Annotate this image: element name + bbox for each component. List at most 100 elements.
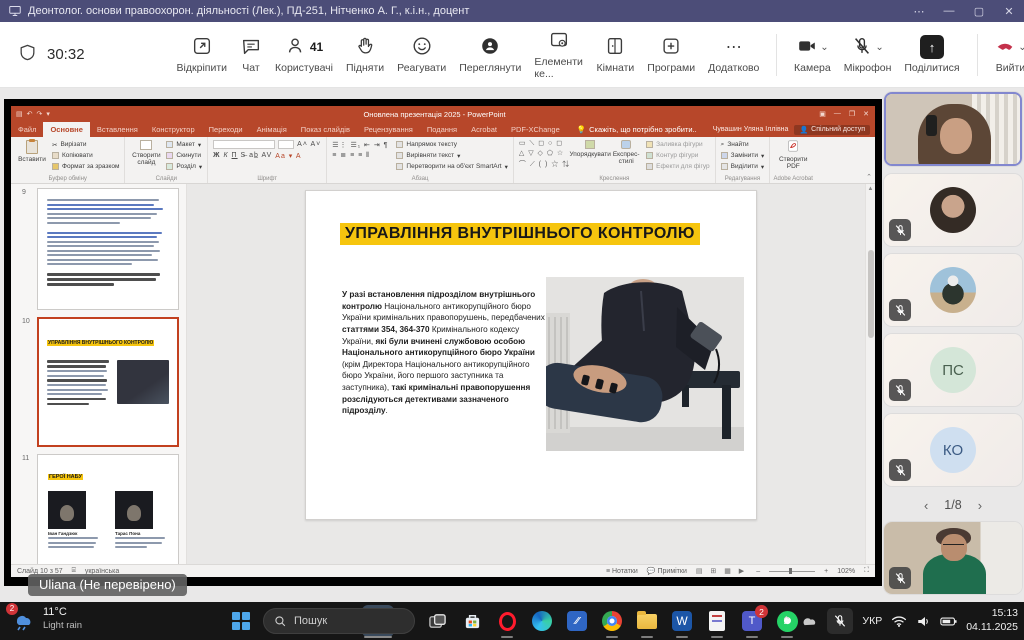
microphone-button[interactable]: ⌄ Мікрофон bbox=[844, 35, 892, 74]
react-button[interactable]: Реагувати bbox=[397, 35, 446, 74]
fit-slide-icon[interactable]: ⛶ bbox=[864, 567, 869, 575]
comments-button[interactable]: 💬 Примітки bbox=[647, 567, 687, 575]
text-direction-button[interactable]: Напрямок тексту bbox=[396, 140, 507, 149]
camera-button[interactable]: ⌄ Камера bbox=[794, 35, 831, 74]
slide-10-thumbnail-selected[interactable]: УПРАВЛІННЯ ВНУТРІШНЬОГО КОНТРОЛЮ bbox=[37, 317, 179, 447]
task-view-icon[interactable] bbox=[424, 608, 450, 634]
ppt-tab-file[interactable]: Файл bbox=[11, 122, 43, 137]
share-button[interactable]: ↑ Поділитися bbox=[904, 35, 959, 74]
chat-button[interactable]: Чат bbox=[240, 35, 262, 74]
font-name-box[interactable] bbox=[213, 140, 275, 149]
participant-tile-ko[interactable]: КО bbox=[884, 414, 1022, 486]
scrollbar-thumb[interactable] bbox=[868, 250, 874, 338]
cut-button[interactable]: ✂Вирізати bbox=[52, 140, 119, 149]
format-painter-button[interactable]: Формат за зразком bbox=[52, 162, 119, 171]
paste-button[interactable]: Вставити bbox=[16, 140, 48, 174]
replace-button[interactable]: Замінити ▾ bbox=[721, 151, 765, 160]
camera-chevron-icon[interactable]: ⌄ bbox=[820, 42, 828, 53]
select-button[interactable]: Виділити ▾ bbox=[721, 162, 765, 171]
shape-fill-button[interactable]: Заливка фігури bbox=[646, 140, 710, 149]
zoom-slider[interactable] bbox=[769, 571, 815, 572]
language-switcher[interactable]: УКР bbox=[862, 615, 882, 627]
ppt-close-icon[interactable]: ✕ bbox=[863, 110, 869, 118]
slide-scrollbar[interactable]: ▲ bbox=[865, 184, 875, 564]
pager-prev-icon[interactable]: ‹ bbox=[924, 498, 928, 513]
ppt-restore-icon[interactable]: ❐ bbox=[849, 110, 855, 118]
tray-chevron-icon[interactable]: ⌃ bbox=[781, 614, 791, 628]
layout-button[interactable]: Макет ▾ bbox=[166, 140, 202, 149]
shape-outline-button[interactable]: Контур фігури bbox=[646, 151, 710, 160]
store-icon[interactable] bbox=[459, 608, 485, 634]
more-window-icon[interactable]: ⋯ bbox=[904, 0, 934, 22]
battery-icon[interactable] bbox=[940, 616, 957, 627]
ppt-minimize-icon[interactable]: — bbox=[834, 110, 841, 118]
snipping-tool-icon[interactable] bbox=[704, 608, 730, 634]
close-icon[interactable]: ✕ bbox=[994, 0, 1024, 22]
tray-mic-muted-icon[interactable] bbox=[827, 608, 853, 634]
file-explorer-icon[interactable] bbox=[634, 608, 660, 634]
leave-button[interactable]: ⌄ Вийти bbox=[994, 35, 1024, 74]
participant-tile-active-speaker[interactable] bbox=[884, 92, 1022, 166]
raise-hand-button[interactable]: Підняти bbox=[346, 35, 384, 74]
teams-icon[interactable]: T2 bbox=[739, 608, 765, 634]
apps-button[interactable]: Програми bbox=[647, 35, 695, 74]
tell-me-box[interactable]: 💡Скажіть, що потрібно зробити.. bbox=[577, 122, 697, 137]
copy-button[interactable]: Копіювати bbox=[52, 151, 119, 160]
ppt-tab-insert[interactable]: Вставлення bbox=[90, 122, 145, 137]
participant-tile-3[interactable] bbox=[884, 254, 1022, 326]
ppt-tab-animations[interactable]: Анімація bbox=[250, 122, 294, 137]
volume-icon[interactable] bbox=[916, 615, 931, 628]
zoom-out-icon[interactable]: – bbox=[756, 568, 760, 575]
smartart-button[interactable]: Перетворити на об'єкт SmartArt ▾ bbox=[396, 162, 507, 171]
slide-9-thumbnail[interactable] bbox=[37, 188, 179, 310]
participant-tile-6[interactable] bbox=[884, 522, 1022, 594]
pager-next-icon[interactable]: › bbox=[978, 498, 982, 513]
rooms-button[interactable]: Кімнати bbox=[597, 35, 635, 74]
align-text-button[interactable]: Вирівняти текст ▾ bbox=[396, 151, 507, 160]
redo-icon[interactable]: ↷ bbox=[37, 110, 43, 118]
control-elements-button[interactable]: Елементи ке... bbox=[534, 29, 583, 80]
ppt-tab-slideshow[interactable]: Показ слайдів bbox=[294, 122, 357, 137]
shapes-gallery[interactable]: ▭ ⟍ ◻ ○ ◻ △ ▽ ◇ ⬠ ☆ ⌒ ⟋ ( ) ☆ ⇅ bbox=[519, 140, 570, 174]
view-switcher[interactable]: ▤ ⊞ ▦ ▶ bbox=[696, 567, 747, 575]
find-button[interactable]: ⌕Знайти bbox=[721, 140, 765, 149]
microphone-chevron-icon[interactable]: ⌄ bbox=[875, 42, 883, 53]
participants-button[interactable]: 41 Користувачі bbox=[275, 35, 333, 74]
participant-tile-ps[interactable]: ПС bbox=[884, 334, 1022, 406]
taskbar-search[interactable]: Пошук bbox=[263, 608, 415, 634]
wifi-icon[interactable] bbox=[891, 615, 907, 628]
chrome-icon[interactable] bbox=[599, 608, 625, 634]
ppt-tab-home[interactable]: Основне bbox=[43, 122, 89, 137]
slide-11-thumbnail[interactable]: ГЕРОЇ НАБУ Іван Гандзюк Тарас Пона bbox=[37, 454, 179, 564]
view-button[interactable]: Переглянути bbox=[459, 35, 521, 74]
weather-widget[interactable]: 2 11°C Light rain bbox=[10, 606, 82, 632]
ppt-tab-pdfxchange[interactable]: PDF-XChange bbox=[504, 122, 567, 137]
reset-button[interactable]: Скинути bbox=[166, 151, 202, 160]
ppt-tab-design[interactable]: Конструктор bbox=[145, 122, 202, 137]
diia-app-icon[interactable]: ⁄⁄ bbox=[564, 608, 590, 634]
start-button[interactable] bbox=[228, 608, 254, 634]
create-pdf-button[interactable]: Створити PDF bbox=[775, 140, 811, 174]
section-button[interactable]: Розділ ▾ bbox=[166, 162, 202, 171]
leave-chevron-icon[interactable]: ⌄ bbox=[1018, 42, 1024, 53]
undo-icon[interactable]: ↶ bbox=[27, 110, 33, 118]
zoom-in-icon[interactable]: + bbox=[824, 568, 828, 575]
tray-clock[interactable]: 15:13 04.11.2025 bbox=[966, 607, 1018, 634]
onedrive-icon[interactable] bbox=[800, 615, 818, 628]
shape-effects-button[interactable]: Ефекти для фігур bbox=[646, 162, 710, 171]
word-icon[interactable]: W bbox=[669, 608, 695, 634]
participant-tile-2[interactable] bbox=[884, 174, 1022, 246]
ppt-tab-review[interactable]: Рецензування bbox=[357, 122, 420, 137]
new-slide-button[interactable]: Створити слайд bbox=[130, 140, 162, 174]
more-actions-button[interactable]: ⋯ Додатково bbox=[708, 35, 759, 74]
ppt-share-button[interactable]: 👤Спільний доступ bbox=[794, 125, 870, 135]
unpin-button[interactable]: Відкріпити bbox=[177, 35, 227, 74]
current-slide[interactable]: УПРАВЛІННЯ ВНУТРІШНЬОГО КОНТРОЛЮ У разі … bbox=[305, 190, 757, 520]
ribbon-display-icon[interactable]: ▣ bbox=[819, 110, 826, 118]
arrange-button[interactable]: Упорядкувати bbox=[574, 140, 606, 174]
notes-button[interactable]: ≡ Нотатки bbox=[606, 568, 638, 575]
minimize-icon[interactable]: — bbox=[934, 0, 964, 22]
ppt-tab-view[interactable]: Подання bbox=[420, 122, 464, 137]
quick-styles-button[interactable]: Експрес-стилі bbox=[610, 140, 642, 174]
zoom-level[interactable]: 102% bbox=[837, 568, 855, 575]
